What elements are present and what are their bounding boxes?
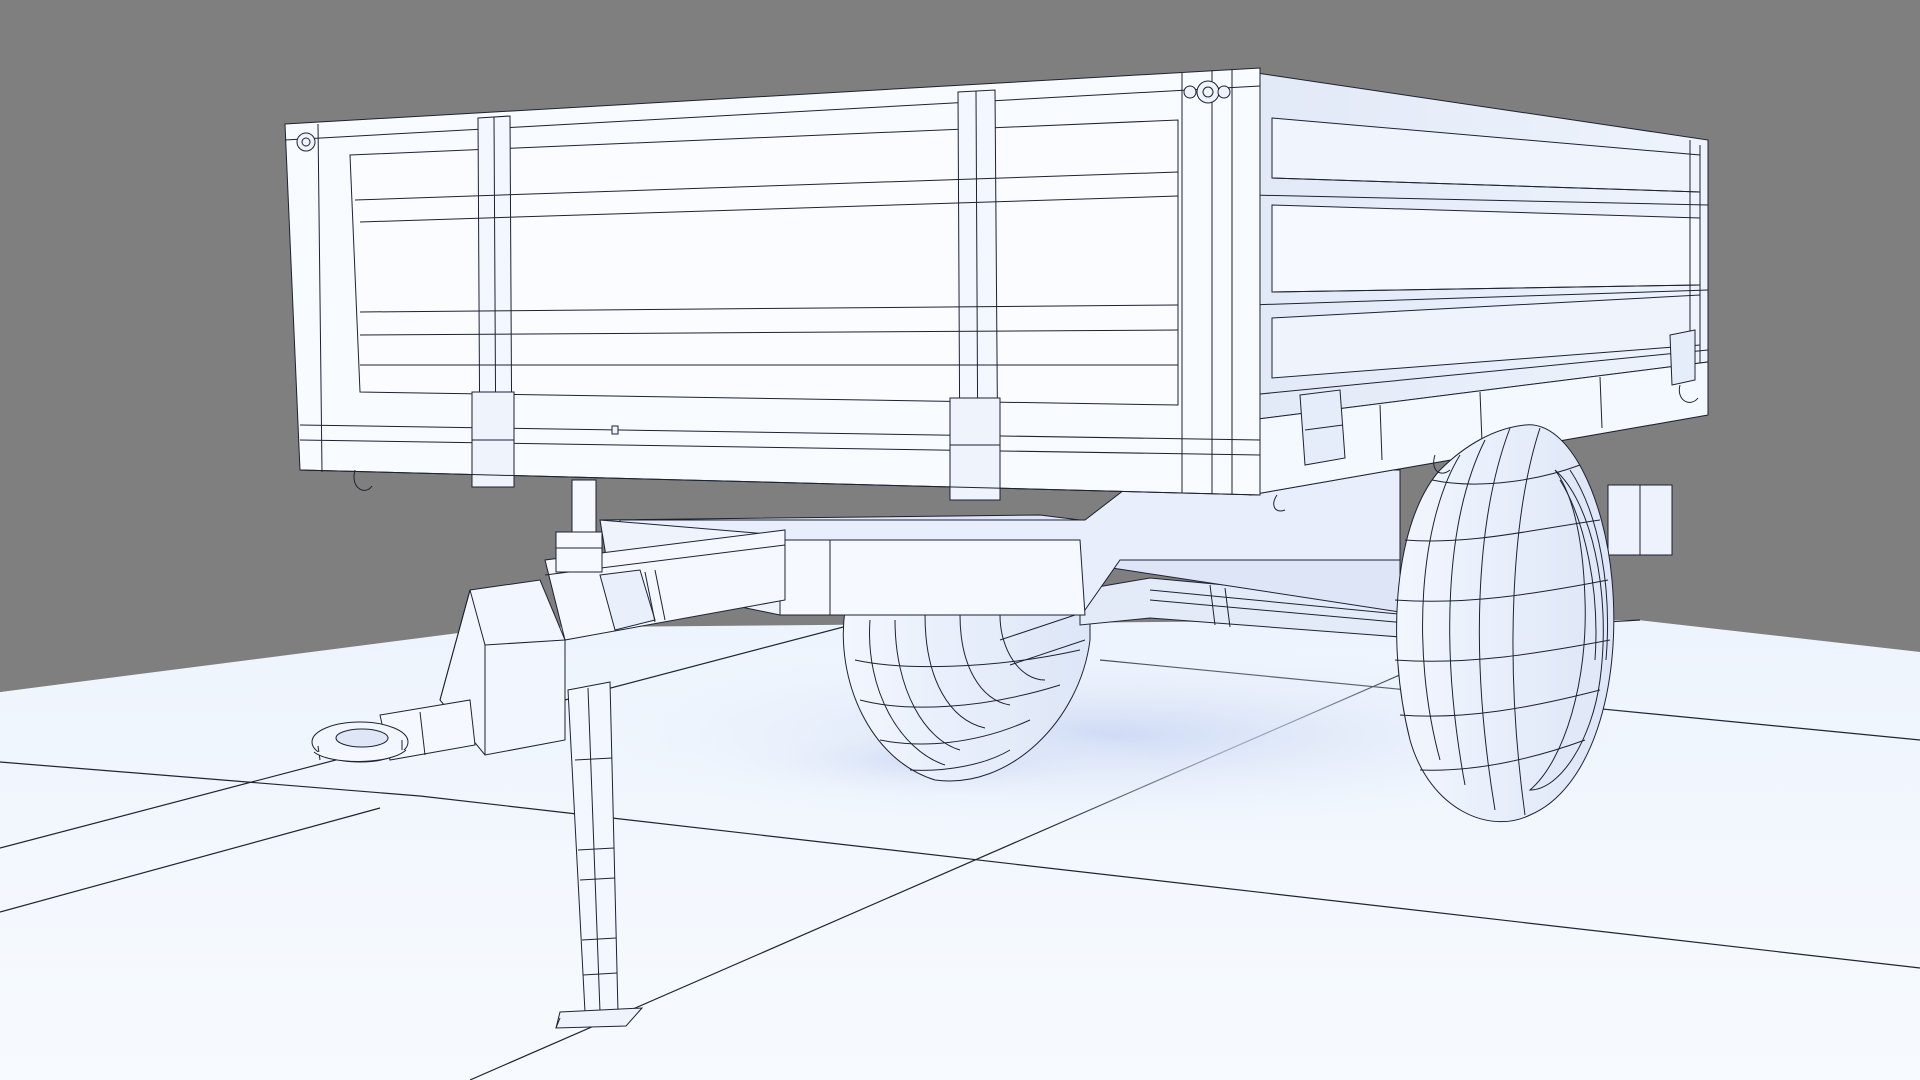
render-viewport xyxy=(0,0,1920,1080)
cargo-box-front xyxy=(284,67,1261,501)
trailer-wireframe-render xyxy=(0,0,1920,1080)
